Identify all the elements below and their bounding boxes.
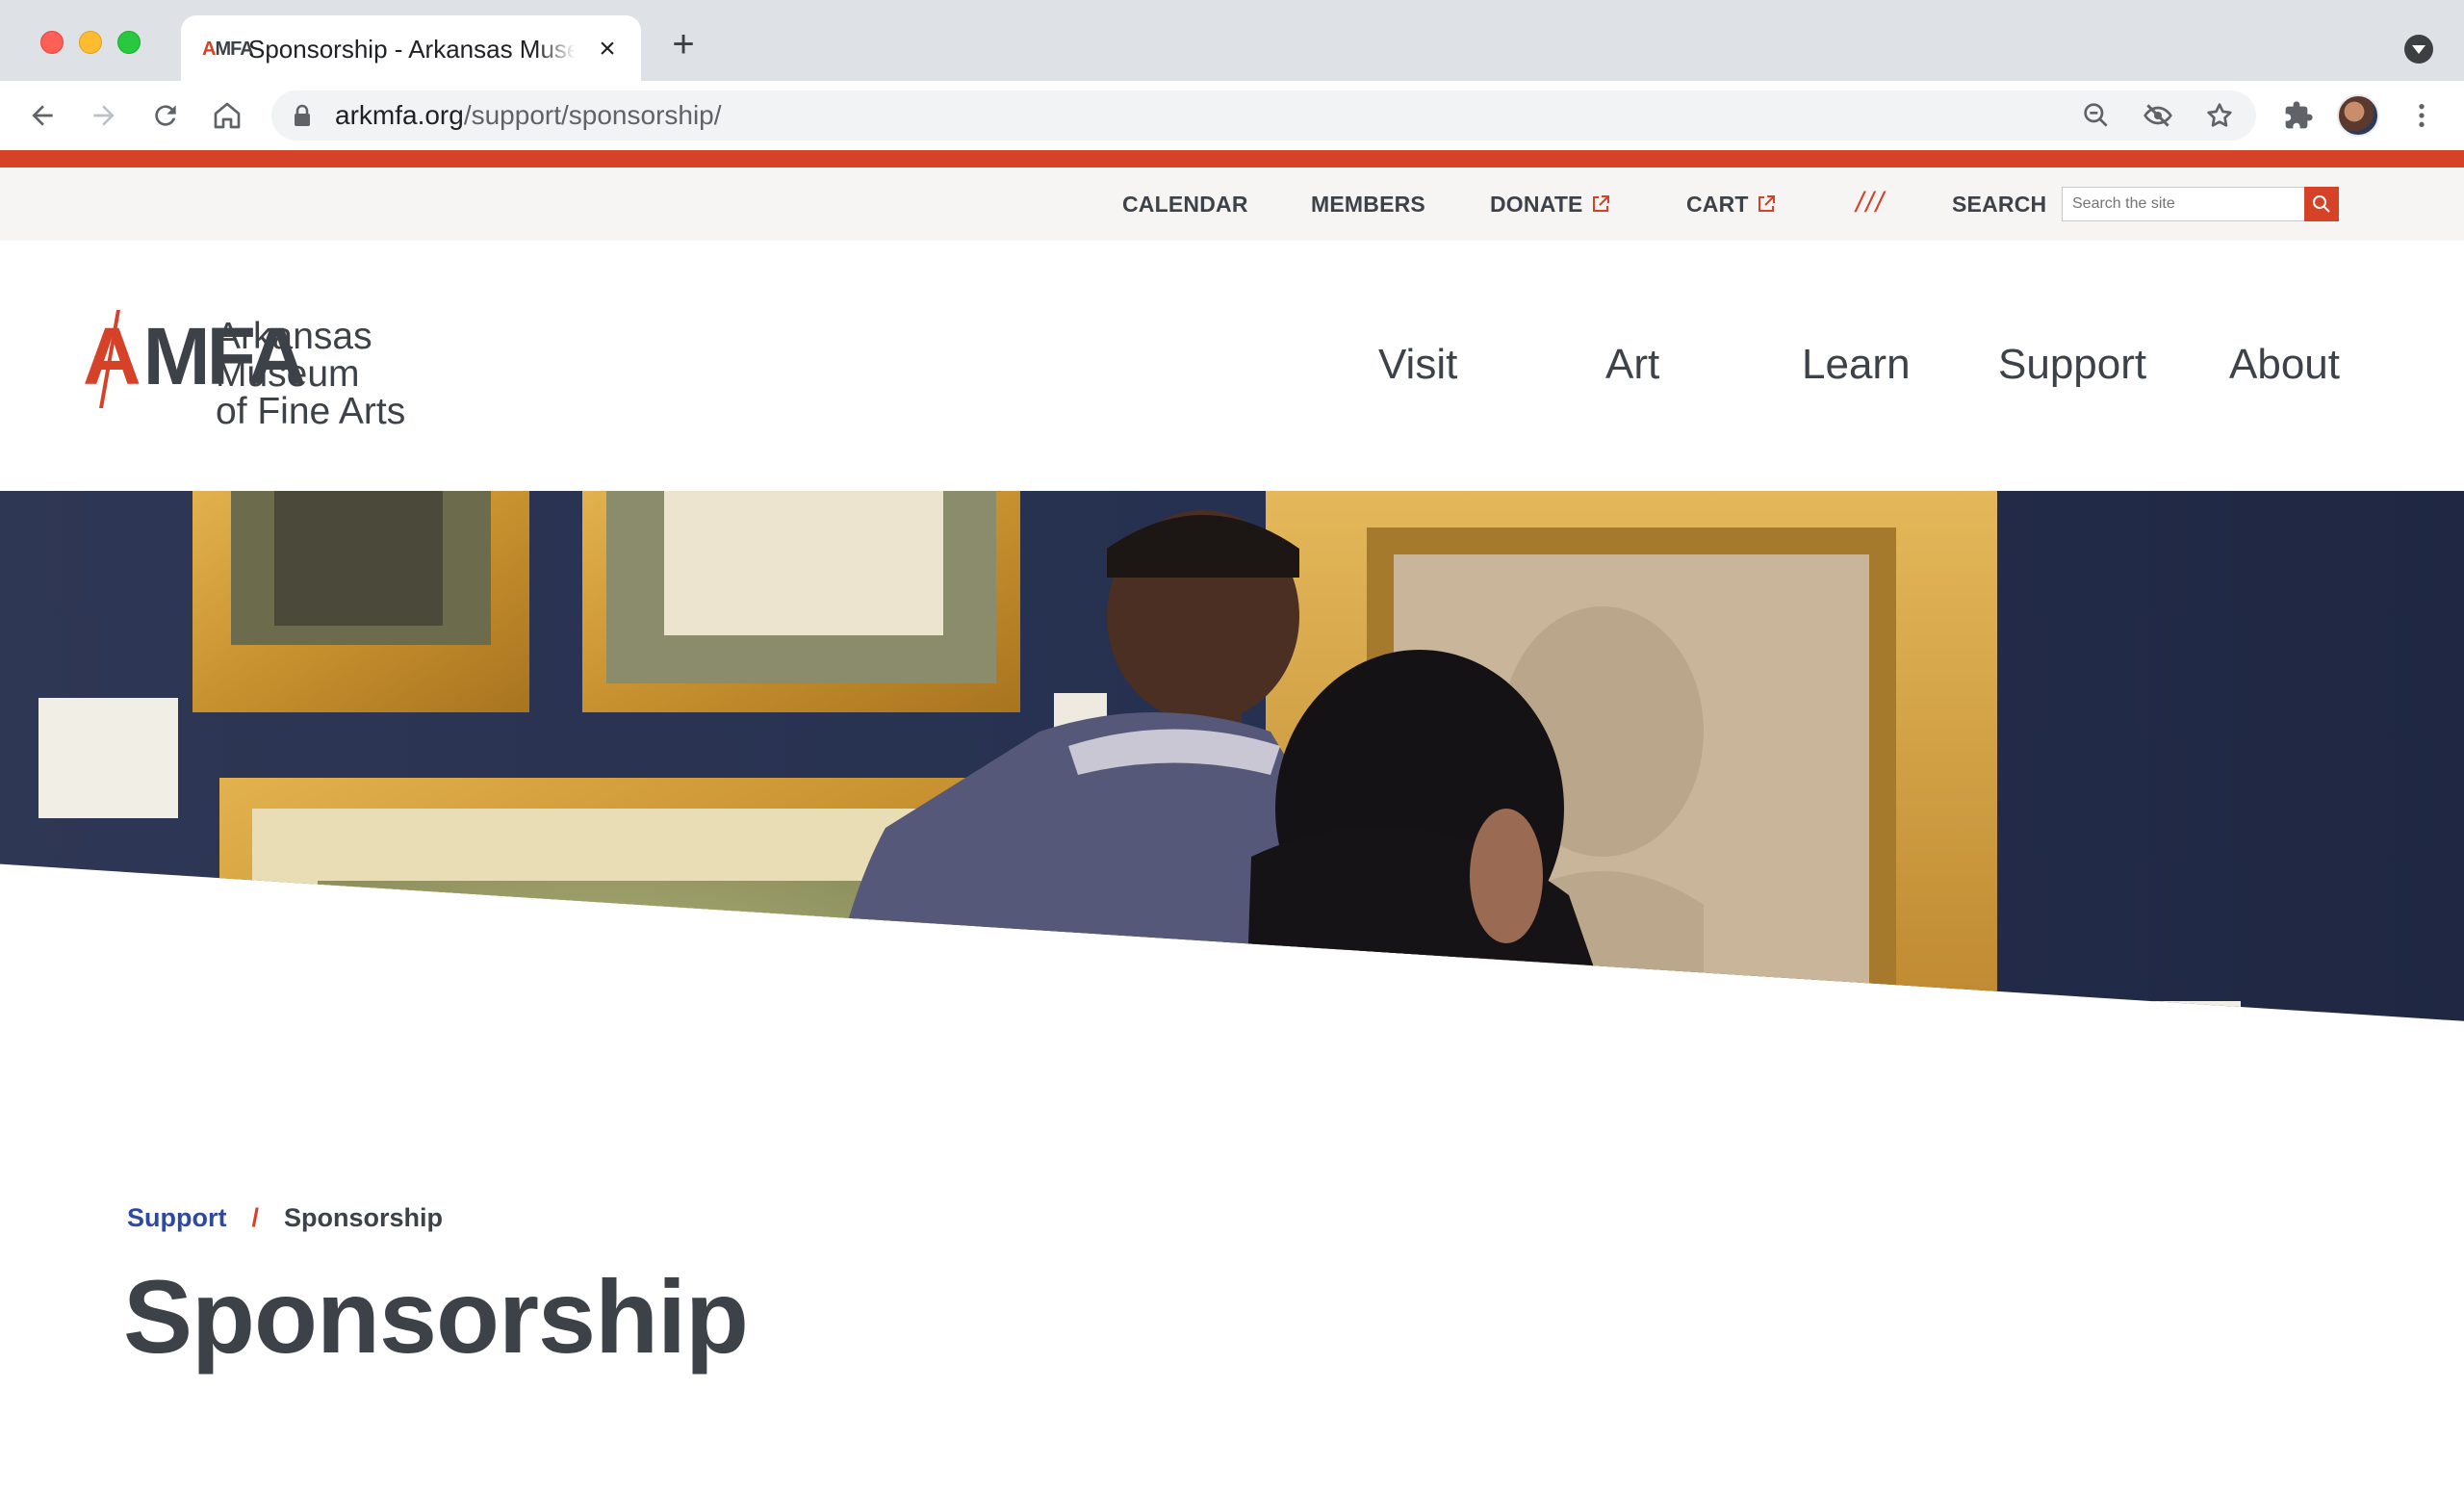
- search-label: SEARCH: [1952, 192, 2047, 217]
- more-menu-icon[interactable]: [2399, 92, 2445, 139]
- url-text[interactable]: arkmfa.org/support/sponsorship/: [335, 100, 722, 131]
- zoom-out-icon[interactable]: [2081, 100, 2112, 131]
- close-tab-icon[interactable]: ×: [591, 33, 624, 65]
- profile-avatar[interactable]: [2337, 94, 2379, 137]
- close-window-button[interactable]: [40, 31, 64, 54]
- minimize-window-button[interactable]: [79, 31, 102, 54]
- reload-icon[interactable]: [142, 92, 189, 139]
- breadcrumb-separator: /: [251, 1203, 259, 1232]
- accent-bar: [0, 150, 2464, 167]
- lock-icon[interactable]: [293, 104, 312, 127]
- address-bar[interactable]: arkmfa.org/support/sponsorship/: [271, 90, 2256, 141]
- home-icon[interactable]: [204, 92, 250, 139]
- favicon-icon: AMFA: [202, 39, 254, 60]
- main-nav-visit[interactable]: Visit: [1378, 341, 1457, 389]
- eye-off-icon[interactable]: [2143, 100, 2173, 131]
- browser-toolbar: arkmfa.org/support/sponsorship/: [0, 81, 2464, 150]
- web-page: CALENDAR MEMBERS DONATE CART /// SEARCH …: [0, 150, 2464, 1492]
- gallery-visitors-photo: [0, 491, 2464, 1021]
- amfa-logo[interactable]: AMFA Arkansas Museum of Fine Arts: [83, 310, 487, 430]
- utility-link-donate[interactable]: DONATE: [1490, 191, 1610, 218]
- site-search-input[interactable]: [2062, 187, 2306, 221]
- utility-link-calendar[interactable]: CALENDAR: [1122, 191, 1248, 218]
- utility-nav: CALENDAR MEMBERS DONATE CART /// SEARCH: [0, 167, 2464, 241]
- main-nav-art[interactable]: Art: [1605, 341, 1659, 389]
- page-title: Sponsorship: [123, 1258, 749, 1375]
- external-link-icon: [1758, 195, 1775, 212]
- search-icon: [2313, 195, 2330, 213]
- extensions-icon[interactable]: [2275, 92, 2322, 139]
- main-nav-about[interactable]: About: [2229, 341, 2340, 389]
- breadcrumb: Support / Sponsorship: [127, 1201, 443, 1234]
- search-submit-button[interactable]: [2304, 187, 2339, 221]
- utility-link-cart[interactable]: CART: [1686, 191, 1776, 218]
- browser-tab-active[interactable]: AMFA Sponsorship - Arkansas Museum of Fi…: [181, 15, 641, 81]
- utility-link-members[interactable]: MEMBERS: [1311, 191, 1425, 218]
- forward-icon[interactable]: [81, 92, 127, 139]
- cart-label: CART: [1686, 192, 1749, 217]
- new-tab-button[interactable]: +: [664, 25, 703, 64]
- star-icon[interactable]: [2204, 100, 2235, 131]
- utility-divider: ///: [1856, 187, 1886, 219]
- tab-search-icon[interactable]: [2404, 35, 2433, 64]
- main-nav-learn[interactable]: Learn: [1802, 341, 1911, 389]
- logo-line-2: of Fine Arts: [216, 391, 406, 432]
- main-nav-support[interactable]: Support: [1998, 341, 2146, 389]
- fullscreen-window-button[interactable]: [117, 31, 141, 54]
- external-link-icon: [1592, 195, 1609, 212]
- logo-wordmark: Arkansas Museum of Fine Arts: [216, 318, 487, 430]
- breadcrumb-link-support[interactable]: Support: [127, 1203, 226, 1232]
- breadcrumb-current: Sponsorship: [284, 1203, 444, 1232]
- browser-tabstrip: AMFA Sponsorship - Arkansas Museum of Fi…: [0, 0, 2464, 81]
- tab-title: Sponsorship - Arkansas Museum of Fine Ar…: [248, 35, 576, 64]
- back-icon[interactable]: [19, 92, 65, 139]
- hero-image: [0, 491, 2464, 1021]
- site-header: AMFA Arkansas Museum of Fine Arts Visit …: [0, 241, 2464, 491]
- logo-line-1: Arkansas Museum: [216, 316, 372, 395]
- donate-label: DONATE: [1490, 192, 1583, 217]
